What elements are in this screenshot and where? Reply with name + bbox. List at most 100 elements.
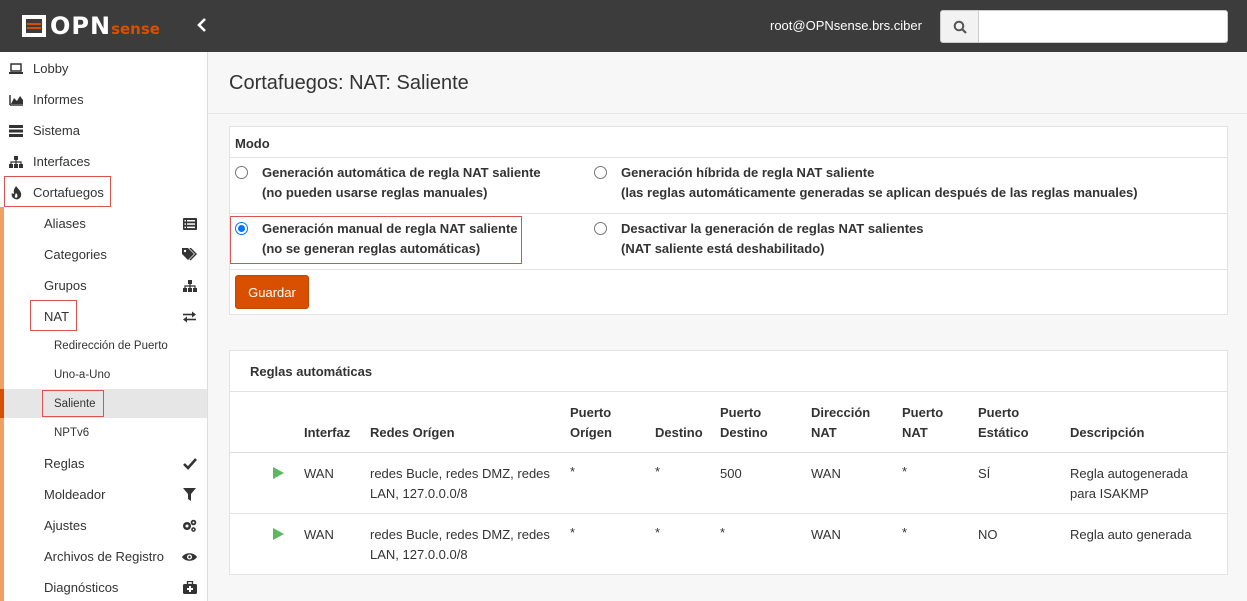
- sidebar-item-label: Aliases: [44, 216, 86, 231]
- sidebar-item-label: Moldeador: [44, 487, 106, 502]
- sidebar-item-label: Lobby: [33, 61, 69, 76]
- option-disable[interactable]: Desactivar la generación de reglas NAT s…: [594, 219, 924, 259]
- sidebar-item-sistema[interactable]: Sistema: [0, 115, 207, 146]
- medkit-icon: [182, 580, 197, 595]
- sitemap-icon: [8, 155, 24, 169]
- sidebar: Lobby Informes Sistema Interfaces Cortaf…: [0, 52, 208, 601]
- search-button[interactable]: [940, 10, 979, 43]
- cell-destino: *: [655, 464, 661, 479]
- radio-hybrid[interactable]: [594, 166, 607, 179]
- radio-automatic[interactable]: [235, 166, 248, 179]
- col-puerto-origen: Puerto Orígen: [570, 405, 612, 440]
- save-button[interactable]: Guardar: [235, 275, 309, 309]
- cogs-icon: [182, 518, 197, 533]
- sidebar-item-grupos[interactable]: Grupos: [0, 270, 207, 301]
- modo-panel: Modo Generación automática de regla NAT …: [229, 126, 1228, 315]
- eye-icon: [182, 549, 197, 564]
- sidebar-item-label: Categories: [44, 247, 107, 262]
- sidebar-item-interfaces[interactable]: Interfaces: [0, 146, 207, 177]
- col-interfaz: Interfaz: [304, 425, 351, 440]
- sidebar-item-label: Ajustes: [44, 518, 87, 533]
- sidebar-item-moldeador[interactable]: Moldeador: [0, 479, 207, 510]
- cell-puerto-estatico: SÍ: [978, 466, 991, 481]
- cell-puerto-nat: *: [902, 525, 908, 540]
- top-bar: OPNsense root@OPNsense.brs.ciber: [0, 0, 1247, 52]
- list-icon: [182, 216, 197, 231]
- radio-disable[interactable]: [594, 222, 607, 235]
- cell-redes-origen: redes Bucle, redes DMZ, redes LAN, 127.0.…: [370, 466, 550, 501]
- search-icon: [953, 20, 967, 34]
- col-puerto-nat: Puerto NAT: [902, 405, 944, 440]
- sidebar-item-nptv6[interactable]: NPTv6: [0, 418, 207, 447]
- saliente-highlight: [42, 390, 104, 417]
- col-redes-origen: Redes Orígen: [370, 425, 455, 440]
- sidebar-item-label: Grupos: [44, 278, 87, 293]
- col-puerto-destino: Puerto Destino: [720, 405, 768, 440]
- cell-puerto-origen: *: [570, 525, 576, 540]
- opnsense-logo-mark-icon: [20, 12, 48, 40]
- sidebar-item-label: NPTv6: [54, 426, 90, 439]
- cell-puerto-destino: *: [720, 525, 726, 540]
- play-icon[interactable]: [273, 467, 284, 479]
- option-automatic[interactable]: Generación automática de regla NAT salie…: [235, 163, 541, 203]
- rules-title: Reglas automáticas: [250, 364, 373, 379]
- sidebar-item-categories[interactable]: Categories: [0, 239, 207, 270]
- sidebar-item-label: Interfaces: [33, 154, 91, 169]
- manual-highlight: [230, 216, 522, 264]
- sidebar-item-redireccion-puerto[interactable]: Redirección de Puerto: [0, 331, 207, 360]
- col-puerto-estatico: Puerto Estático: [978, 405, 1029, 440]
- check-icon: [182, 456, 197, 471]
- modo-row-1: Generación automática de regla NAT salie…: [230, 158, 1227, 214]
- exchange-icon: [182, 309, 197, 324]
- sidebar-item-informes[interactable]: Informes: [0, 84, 207, 115]
- cortafuegos-highlight: [4, 176, 111, 207]
- col-destino: Destino: [655, 425, 703, 440]
- cell-descripcion: Regla autogenerada para ISAKMP: [1070, 466, 1188, 501]
- sidebar-item-reglas[interactable]: Reglas: [0, 448, 207, 479]
- sidebar-item-aliases[interactable]: Aliases: [0, 208, 207, 239]
- nat-highlight: [30, 300, 77, 331]
- cell-puerto-origen: *: [570, 464, 576, 479]
- area-chart-icon: [8, 93, 24, 107]
- option-hybrid[interactable]: Generación híbrida de regla NAT saliente…: [594, 163, 1138, 203]
- user-label[interactable]: root@OPNsense.brs.ciber: [770, 18, 922, 33]
- sidebar-item-diagnosticos[interactable]: Diagnósticos: [0, 572, 207, 601]
- option-label: Desactivar la generación de reglas NAT s…: [621, 221, 924, 256]
- server-icon: [8, 124, 24, 138]
- play-icon[interactable]: [273, 528, 284, 540]
- cell-direccion-nat: WAN: [811, 527, 841, 542]
- search-input[interactable]: [978, 10, 1228, 43]
- filter-icon: [182, 487, 197, 502]
- row-divider: [230, 513, 1227, 514]
- header-divider: [230, 452, 1227, 453]
- option-label: Generación automática de regla NAT salie…: [262, 165, 541, 200]
- sitemap-icon: [182, 278, 197, 293]
- modo-heading: Modo: [230, 127, 1227, 158]
- sidebar-item-archivos-registro[interactable]: Archivos de Registro: [0, 541, 207, 572]
- col-direccion-nat: Dirección NAT: [811, 405, 871, 440]
- sidebar-item-lobby[interactable]: Lobby: [0, 53, 207, 84]
- sidebar-item-label: Reglas: [44, 456, 85, 471]
- sidebar-item-uno-a-uno[interactable]: Uno-a-Uno: [0, 360, 207, 389]
- cell-puerto-destino: 500: [720, 466, 742, 481]
- cell-descripcion: Regla auto generada: [1070, 527, 1192, 542]
- cell-redes-origen: redes Bucle, redes DMZ, redes LAN, 127.0.…: [370, 527, 550, 562]
- option-label: Generación híbrida de regla NAT saliente…: [621, 165, 1138, 200]
- rules-divider: [230, 391, 1227, 392]
- laptop-icon: [8, 62, 24, 76]
- sidebar-item-ajustes[interactable]: Ajustes: [0, 510, 207, 541]
- cell-interfaz: WAN: [304, 466, 334, 481]
- opnsense-logo[interactable]: OPNsense: [20, 11, 160, 41]
- chevron-left-icon[interactable]: [194, 17, 210, 35]
- sidebar-item-label: Diagnósticos: [44, 580, 119, 595]
- col-descripcion: Descripción: [1070, 425, 1145, 440]
- cell-destino: *: [655, 525, 661, 540]
- sidebar-item-label: Archivos de Registro: [44, 549, 164, 564]
- cell-interfaz: WAN: [304, 527, 334, 542]
- sidebar-item-label: Informes: [33, 92, 84, 107]
- tags-icon: [182, 247, 197, 262]
- cell-puerto-estatico: NO: [978, 527, 998, 542]
- cell-puerto-nat: *: [902, 464, 908, 479]
- page-title: Cortafuegos: NAT: Saliente: [229, 72, 469, 94]
- logo-text: OPNsense: [50, 12, 160, 40]
